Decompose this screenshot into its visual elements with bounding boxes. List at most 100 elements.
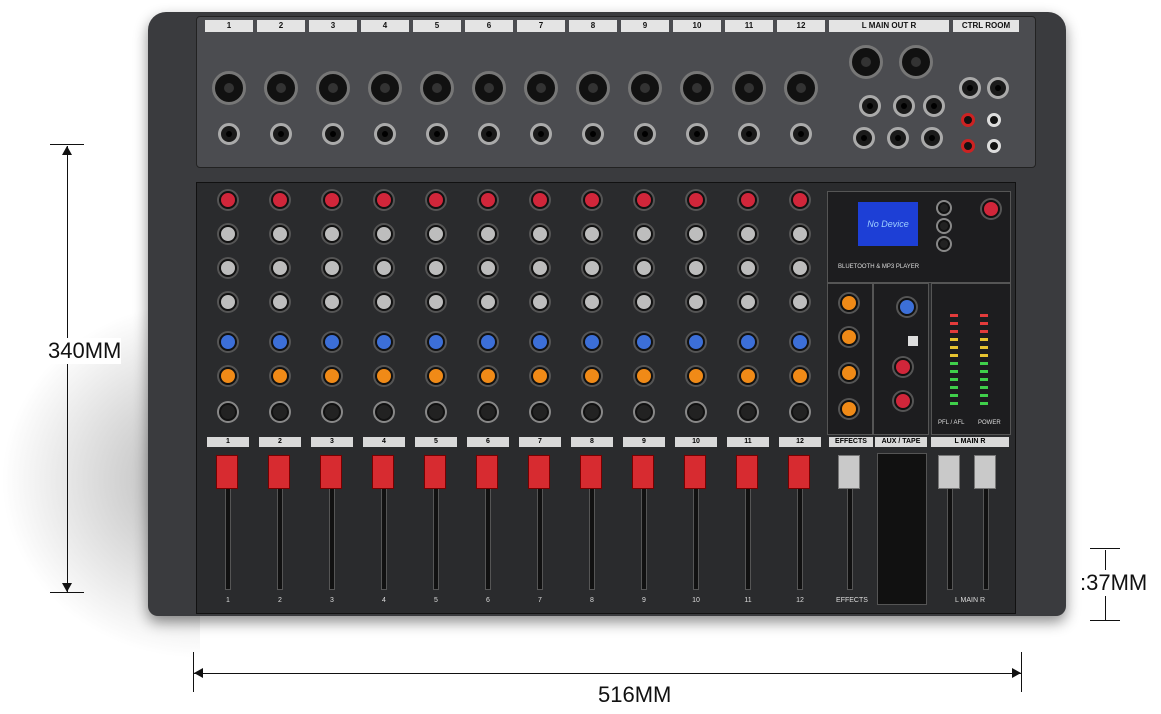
channel-fader[interactable]: [216, 455, 238, 489]
pan-knob[interactable]: [687, 403, 705, 421]
pan-knob[interactable]: [323, 403, 341, 421]
channel-fader[interactable]: [528, 455, 550, 489]
pan-knob[interactable]: [271, 403, 289, 421]
mf-eq-knob[interactable]: [791, 259, 809, 277]
hf-eq-knob[interactable]: [323, 225, 341, 243]
gain-knob[interactable]: [271, 191, 289, 209]
effects-repeat-knob[interactable]: [840, 364, 858, 382]
channel-fader[interactable]: [736, 455, 758, 489]
lf-eq-knob[interactable]: [791, 293, 809, 311]
channel-fader[interactable]: [580, 455, 602, 489]
pan-knob[interactable]: [531, 403, 549, 421]
hf-eq-knob[interactable]: [479, 225, 497, 243]
aux-return-knob[interactable]: [898, 298, 916, 316]
headphones-knob[interactable]: [894, 392, 912, 410]
main-left-fader[interactable]: [938, 455, 960, 489]
gain-knob[interactable]: [583, 191, 601, 209]
aux-knob[interactable]: [427, 333, 445, 351]
lf-eq-knob[interactable]: [739, 293, 757, 311]
mf-eq-knob[interactable]: [427, 259, 445, 277]
hf-eq-knob[interactable]: [375, 225, 393, 243]
lf-eq-knob[interactable]: [323, 293, 341, 311]
aux-knob[interactable]: [739, 333, 757, 351]
lf-eq-knob[interactable]: [635, 293, 653, 311]
hf-eq-knob[interactable]: [739, 225, 757, 243]
gain-knob[interactable]: [531, 191, 549, 209]
pan-knob[interactable]: [791, 403, 809, 421]
gain-knob[interactable]: [635, 191, 653, 209]
aux-knob[interactable]: [791, 333, 809, 351]
fx-knob[interactable]: [739, 367, 757, 385]
afl-button[interactable]: [908, 336, 918, 346]
hf-eq-knob[interactable]: [635, 225, 653, 243]
aux-knob[interactable]: [635, 333, 653, 351]
channel-fader[interactable]: [372, 455, 394, 489]
channel-fader[interactable]: [424, 455, 446, 489]
hf-eq-knob[interactable]: [583, 225, 601, 243]
player-button-next[interactable]: [938, 238, 950, 250]
pan-knob[interactable]: [739, 403, 757, 421]
fx-knob[interactable]: [687, 367, 705, 385]
effects-fx-knob[interactable]: [840, 294, 858, 312]
channel-fader[interactable]: [320, 455, 342, 489]
hf-eq-knob[interactable]: [271, 225, 289, 243]
effects-fader[interactable]: [838, 455, 860, 489]
pan-knob[interactable]: [375, 403, 393, 421]
aux-knob[interactable]: [687, 333, 705, 351]
gain-knob[interactable]: [739, 191, 757, 209]
gain-knob[interactable]: [791, 191, 809, 209]
aux-knob[interactable]: [583, 333, 601, 351]
lf-eq-knob[interactable]: [219, 293, 237, 311]
effects-delay-knob[interactable]: [840, 328, 858, 346]
mf-eq-knob[interactable]: [531, 259, 549, 277]
effects-level-knob[interactable]: [840, 400, 858, 418]
fx-knob[interactable]: [635, 367, 653, 385]
mf-eq-knob[interactable]: [479, 259, 497, 277]
fx-knob[interactable]: [219, 367, 237, 385]
hf-eq-knob[interactable]: [427, 225, 445, 243]
mf-eq-knob[interactable]: [323, 259, 341, 277]
lf-eq-knob[interactable]: [375, 293, 393, 311]
player-button-menu[interactable]: [938, 202, 950, 214]
hf-eq-knob[interactable]: [531, 225, 549, 243]
mf-eq-knob[interactable]: [219, 259, 237, 277]
fx-knob[interactable]: [791, 367, 809, 385]
mf-eq-knob[interactable]: [583, 259, 601, 277]
hf-eq-knob[interactable]: [687, 225, 705, 243]
lf-eq-knob[interactable]: [479, 293, 497, 311]
channel-fader[interactable]: [476, 455, 498, 489]
aux-knob[interactable]: [219, 333, 237, 351]
aux-knob[interactable]: [531, 333, 549, 351]
pan-knob[interactable]: [427, 403, 445, 421]
pan-knob[interactable]: [583, 403, 601, 421]
mf-eq-knob[interactable]: [687, 259, 705, 277]
fx-knob[interactable]: [427, 367, 445, 385]
fx-knob[interactable]: [479, 367, 497, 385]
mp3-level-knob[interactable]: [982, 200, 1000, 218]
pan-knob[interactable]: [479, 403, 497, 421]
mf-eq-knob[interactable]: [739, 259, 757, 277]
fx-knob[interactable]: [583, 367, 601, 385]
lf-eq-knob[interactable]: [687, 293, 705, 311]
tape-input-knob[interactable]: [894, 358, 912, 376]
pan-knob[interactable]: [219, 403, 237, 421]
aux-knob[interactable]: [375, 333, 393, 351]
gain-knob[interactable]: [687, 191, 705, 209]
pan-knob[interactable]: [635, 403, 653, 421]
aux-knob[interactable]: [323, 333, 341, 351]
channel-fader[interactable]: [684, 455, 706, 489]
mf-eq-knob[interactable]: [635, 259, 653, 277]
hf-eq-knob[interactable]: [219, 225, 237, 243]
player-button-prev[interactable]: [938, 220, 950, 232]
fx-knob[interactable]: [271, 367, 289, 385]
mf-eq-knob[interactable]: [271, 259, 289, 277]
gain-knob[interactable]: [323, 191, 341, 209]
aux-knob[interactable]: [479, 333, 497, 351]
gain-knob[interactable]: [427, 191, 445, 209]
lf-eq-knob[interactable]: [271, 293, 289, 311]
aux-knob[interactable]: [271, 333, 289, 351]
lf-eq-knob[interactable]: [583, 293, 601, 311]
fx-knob[interactable]: [323, 367, 341, 385]
channel-fader[interactable]: [788, 455, 810, 489]
fx-knob[interactable]: [531, 367, 549, 385]
